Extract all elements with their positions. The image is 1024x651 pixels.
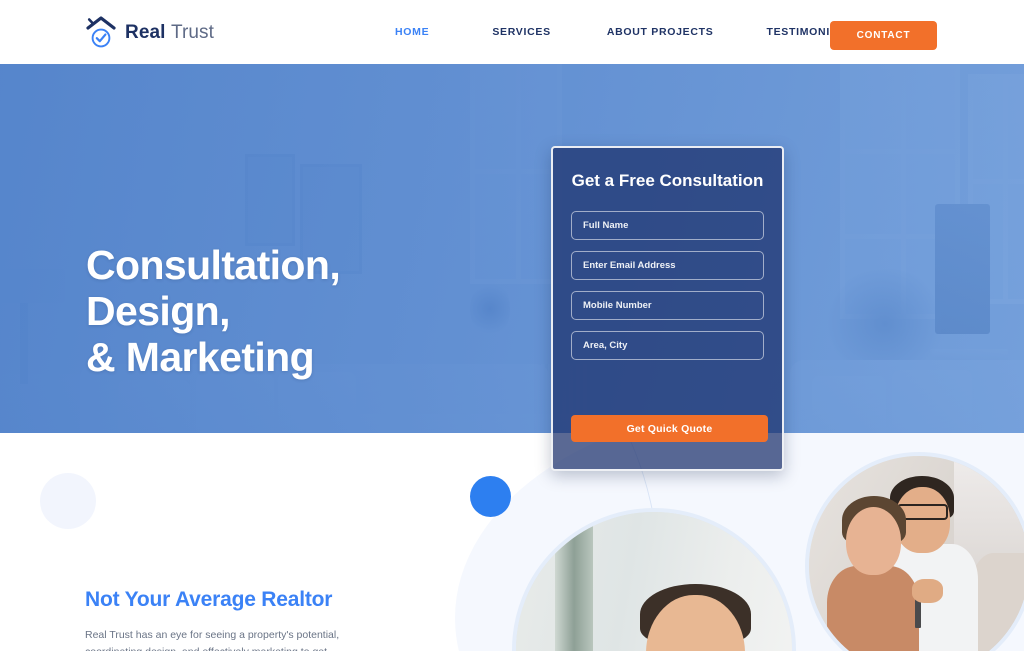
contact-button[interactable]: CONTACT: [830, 21, 937, 50]
form-title: Get a Free Consultation: [571, 171, 764, 190]
main-nav: HOME SERVICES ABOUT PROJECTS TESTIMONIAL…: [395, 0, 853, 64]
about-heading: Not Your Average Realtor: [85, 588, 333, 611]
site-header: Real Trust HOME SERVICES ABOUT PROJECTS …: [0, 0, 1024, 64]
logo-secondary: Trust: [170, 21, 215, 43]
full-name-input[interactable]: [571, 211, 764, 240]
email-input[interactable]: [571, 251, 764, 280]
logo-primary: Real: [125, 21, 166, 43]
couple-keys-photo: [805, 452, 1024, 651]
logo-text: Real Trust: [125, 22, 214, 44]
logo[interactable]: Real Trust: [84, 15, 214, 50]
consultation-form-card: Get a Free Consultation Get Quick Quote: [551, 146, 784, 471]
hero-heading-line-1: Consultation,: [86, 242, 341, 288]
blue-dot-decoration: [470, 476, 511, 517]
mobile-number-input[interactable]: [571, 291, 764, 320]
realtor-portrait-photo: [512, 508, 796, 651]
about-body-text: Real Trust has an eye for seeing a prope…: [85, 629, 340, 651]
nav-item-services[interactable]: SERVICES: [492, 20, 551, 44]
form-fields: [571, 211, 764, 360]
hero-heading: Consultation, Design, & Marketing: [86, 242, 341, 380]
landing-page: Real Trust HOME SERVICES ABOUT PROJECTS …: [0, 0, 1024, 651]
nav-item-about-projects[interactable]: ABOUT PROJECTS: [607, 20, 714, 44]
hero-section: Consultation, Design, & Marketing: [0, 64, 1024, 433]
hero-heading-line-3: & Marketing: [86, 334, 315, 380]
get-quick-quote-button[interactable]: Get Quick Quote: [571, 415, 768, 442]
nav-item-home[interactable]: HOME: [395, 20, 429, 44]
house-check-logo-icon: [84, 15, 118, 50]
area-city-input[interactable]: [571, 331, 764, 360]
hero-heading-line-2: Design,: [86, 288, 230, 334]
pale-circle-decoration: [40, 473, 96, 529]
